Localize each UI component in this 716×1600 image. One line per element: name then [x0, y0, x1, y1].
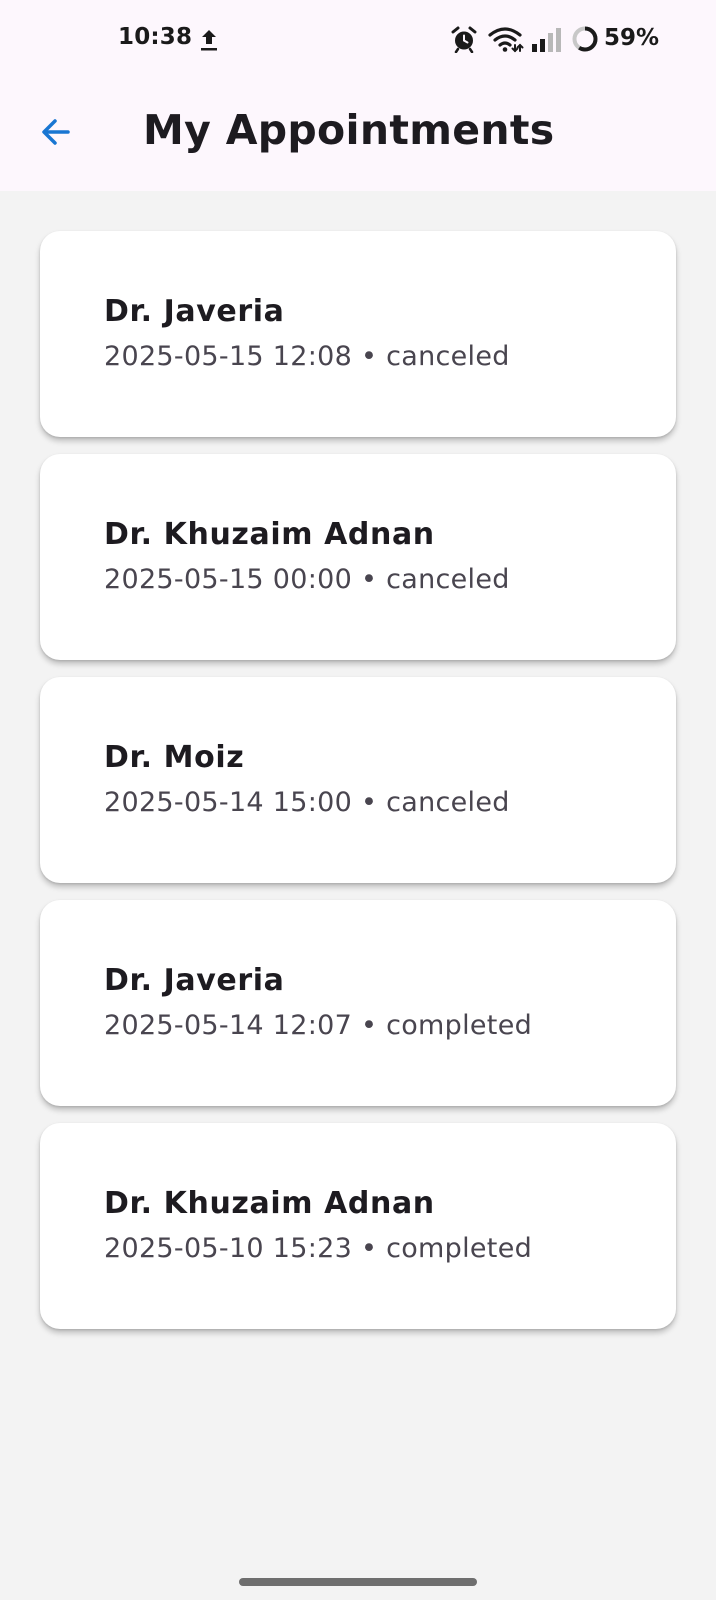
appointment-details: 2025-05-14 15:00 • canceled	[104, 787, 510, 818]
appointment-card[interactable]: Dr. Javeria 2025-05-14 12:07 • completed	[40, 900, 676, 1106]
top-area: 10:38 59% My Appointments	[0, 0, 716, 191]
doctor-name: Dr. Khuzaim Adnan	[104, 517, 435, 552]
signal-icon	[532, 28, 561, 52]
appointment-details: 2025-05-10 15:23 • completed	[104, 1233, 533, 1264]
battery-icon	[572, 26, 598, 52]
doctor-name: Dr. Khuzaim Adnan	[104, 1186, 435, 1221]
back-button[interactable]	[28, 104, 84, 160]
battery-percent: 59%	[604, 25, 660, 51]
appointment-card[interactable]: Dr. Moiz 2025-05-14 15:00 • canceled	[40, 677, 676, 883]
arrow-left-icon	[42, 119, 70, 145]
alarm-icon	[451, 26, 477, 53]
doctor-name: Dr. Javeria	[104, 294, 285, 329]
appointment-details: 2025-05-15 00:00 • canceled	[104, 564, 510, 595]
appointment-card[interactable]: Dr. Khuzaim Adnan 2025-05-10 15:23 • com…	[40, 1123, 676, 1329]
status-time: 10:38	[118, 24, 193, 50]
appointment-card[interactable]: Dr. Khuzaim Adnan 2025-05-15 00:00 • can…	[40, 454, 676, 660]
status-bar: 10:38 59%	[0, 0, 716, 80]
page-title: My Appointments	[143, 106, 555, 154]
appointment-list: Dr. Javeria 2025-05-15 12:08 • canceled …	[40, 231, 676, 1346]
doctor-name: Dr. Moiz	[104, 740, 245, 775]
appointment-details: 2025-05-15 12:08 • canceled	[104, 341, 510, 372]
wifi-icon	[488, 27, 524, 53]
gesture-navigation-handle[interactable]	[239, 1578, 477, 1586]
app-bar: My Appointments	[0, 80, 716, 191]
appointment-details: 2025-05-14 12:07 • completed	[104, 1010, 533, 1041]
appointment-card[interactable]: Dr. Javeria 2025-05-15 12:08 • canceled	[40, 231, 676, 437]
upload-icon	[201, 30, 217, 51]
doctor-name: Dr. Javeria	[104, 963, 285, 998]
